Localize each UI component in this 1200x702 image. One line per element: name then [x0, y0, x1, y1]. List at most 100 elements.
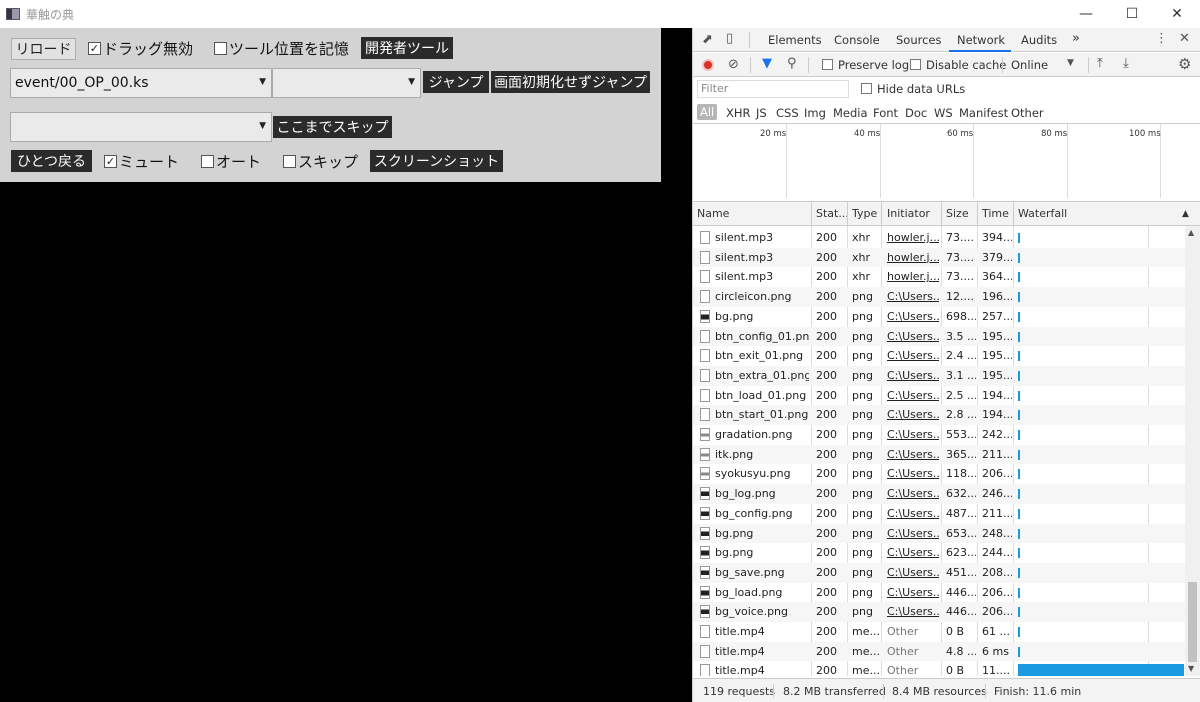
mute-checkbox[interactable]: ✓ ミュート: [104, 151, 179, 172]
type-filter-other[interactable]: Other: [1011, 106, 1044, 120]
table-row[interactable]: bg_load.png 200 png C:\Users... 446... 206...: [693, 583, 1185, 603]
column-status[interactable]: Stat...: [816, 207, 849, 220]
tab-network[interactable]: Network: [957, 33, 1005, 47]
table-row[interactable]: silent.mp3 200 xhr howler.j... 73.... 394...: [693, 228, 1185, 248]
hide-data-urls-checkbox[interactable]: [861, 83, 872, 94]
type-filter-font[interactable]: Font: [873, 106, 898, 120]
scroll-up-icon[interactable]: ▲: [1188, 228, 1194, 237]
type-filter-manifest[interactable]: Manifest: [959, 106, 1008, 120]
table-row[interactable]: silent.mp3 200 xhr howler.j... 73.... 379...: [693, 247, 1185, 268]
column-time[interactable]: Time: [982, 207, 1009, 220]
table-row[interactable]: btn_exit_01.png 200 png C:\Users... 2.4 ... 1…: [693, 346, 1185, 366]
screenshot-button[interactable]: スクリーンショット: [370, 150, 503, 172]
skip-to-here-button[interactable]: ここまでスキップ: [273, 116, 392, 138]
devtools-button[interactable]: 開発者ツール: [361, 37, 453, 59]
clear-icon[interactable]: ⊘: [728, 57, 739, 72]
reload-button[interactable]: リロード: [11, 38, 76, 60]
network-overview-timeline[interactable]: 20 ms 40 ms 60 ms 80 ms 100 ms: [693, 124, 1200, 202]
request-initiator[interactable]: C:\Users...: [887, 369, 939, 382]
jump-button[interactable]: ジャンプ: [423, 71, 489, 93]
request-initiator[interactable]: howler.j...: [887, 270, 939, 283]
tab-elements[interactable]: Elements: [768, 33, 822, 47]
table-row[interactable]: bg_log.png 200 png C:\Users... 632... 246...: [693, 484, 1185, 504]
request-initiator[interactable]: C:\Users...: [887, 389, 939, 402]
step-back-button[interactable]: ひとつ戻る: [11, 150, 92, 172]
jump-without-reset-button[interactable]: 画面初期化せずジャンプ: [491, 71, 650, 93]
settings-gear-icon[interactable]: ⚙: [1178, 55, 1191, 73]
column-waterfall[interactable]: Waterfall: [1018, 207, 1067, 220]
request-initiator[interactable]: C:\Users...: [887, 467, 939, 480]
remember-tool-position-checkbox[interactable]: ツール位置を記憶: [214, 38, 349, 59]
scenario-select[interactable]: event/00_OP_00.ks ▼: [10, 68, 272, 98]
type-filter-img[interactable]: Img: [804, 106, 826, 120]
request-initiator[interactable]: C:\Users...: [887, 428, 939, 441]
skip-checkbox[interactable]: スキップ: [283, 151, 358, 172]
close-devtools-icon[interactable]: ✕: [1179, 31, 1190, 46]
maximize-button[interactable]: ☐: [1109, 0, 1155, 28]
type-filter-xhr[interactable]: XHR: [726, 106, 751, 120]
request-initiator[interactable]: C:\Users...: [887, 408, 939, 421]
request-initiator[interactable]: C:\Users...: [887, 586, 939, 599]
scrollbar-thumb[interactable]: [1188, 582, 1197, 662]
request-initiator[interactable]: C:\Users...: [887, 448, 939, 461]
table-row[interactable]: silent.mp3 200 xhr howler.j... 73.... 364...: [693, 267, 1185, 287]
auto-checkbox[interactable]: オート: [201, 151, 261, 172]
disable-cache-checkbox[interactable]: [910, 59, 921, 70]
table-row[interactable]: btn_start_01.png 200 png C:\Users... 2.8 ...…: [693, 405, 1185, 425]
table-row[interactable]: bg.png 200 png C:\Users... 653... 248...: [693, 523, 1185, 544]
request-initiator[interactable]: C:\Users...: [887, 605, 939, 618]
table-row[interactable]: btn_load_01.png 200 png C:\Users... 2.5 ... 1…: [693, 386, 1185, 406]
table-row[interactable]: syokusyu.png 200 png C:\Users... 118... 206..…: [693, 464, 1185, 484]
table-row[interactable]: title.mp4 200 me... Other 4.8 ... 6 ms: [693, 641, 1185, 662]
column-initiator[interactable]: Initiator: [887, 207, 930, 220]
type-filter-ws[interactable]: WS: [934, 106, 953, 120]
request-initiator[interactable]: C:\Users...: [887, 290, 939, 303]
export-har-icon[interactable]: ⤓: [1123, 56, 1129, 71]
more-tabs-icon[interactable]: »: [1072, 31, 1080, 46]
table-row[interactable]: circleicon.png 200 png C:\Users... 12.... 196…: [693, 287, 1185, 307]
table-row[interactable]: title.mp4 200 me... Other 0 B 11....: [693, 661, 1185, 676]
import-har-icon[interactable]: ⤒: [1097, 56, 1103, 71]
request-initiator[interactable]: C:\Users...: [887, 349, 939, 362]
request-initiator[interactable]: C:\Users...: [887, 330, 939, 343]
table-row[interactable]: bg_config.png 200 png C:\Users... 487... 211.…: [693, 504, 1185, 524]
scroll-down-icon[interactable]: ▼: [1188, 664, 1194, 673]
request-initiator[interactable]: C:\Users...: [887, 310, 939, 323]
kebab-menu-icon[interactable]: ⋮: [1155, 31, 1168, 46]
type-filter-all[interactable]: All: [697, 104, 718, 120]
request-initiator[interactable]: C:\Users...: [887, 487, 939, 500]
tab-console[interactable]: Console: [834, 33, 880, 47]
preserve-log-checkbox[interactable]: [822, 59, 833, 70]
game-canvas[interactable]: [0, 182, 692, 702]
throttling-select[interactable]: Online: [1011, 58, 1048, 72]
table-row[interactable]: btn_config_01.png 200 png C:\Users... 3.5 ..…: [693, 326, 1185, 347]
filter-icon[interactable]: ▼: [762, 56, 772, 71]
tab-audits[interactable]: Audits: [1021, 33, 1057, 47]
column-size[interactable]: Size: [946, 207, 969, 220]
type-filter-css[interactable]: CSS: [776, 106, 799, 120]
request-initiator[interactable]: howler.j...: [887, 231, 939, 244]
table-row[interactable]: btn_extra_01.png 200 png C:\Users... 3.1 ...…: [693, 365, 1185, 386]
table-row[interactable]: bg.png 200 png C:\Users... 698... 257...: [693, 307, 1185, 327]
filter-input[interactable]: Filter: [697, 80, 849, 98]
drag-disable-checkbox[interactable]: ✓ ドラッグ無効: [88, 38, 193, 59]
type-filter-doc[interactable]: Doc: [905, 106, 927, 120]
table-row[interactable]: itk.png 200 png C:\Users... 365... 211...: [693, 444, 1185, 465]
type-filter-js[interactable]: JS: [756, 106, 767, 120]
search-icon[interactable]: ⚲: [787, 56, 797, 71]
column-type[interactable]: Type: [852, 207, 877, 220]
table-row[interactable]: title.mp4 200 me... Other 0 B 61 ...: [693, 622, 1185, 642]
inspect-element-icon[interactable]: ⬈: [702, 32, 713, 47]
request-initiator[interactable]: C:\Users...: [887, 527, 939, 540]
table-row[interactable]: bg_voice.png 200 png C:\Users... 446... 206..…: [693, 602, 1185, 622]
column-name[interactable]: Name: [697, 207, 729, 220]
request-initiator[interactable]: C:\Users...: [887, 566, 939, 579]
close-button[interactable]: ✕: [1154, 0, 1200, 28]
table-row[interactable]: gradation.png 200 png C:\Users... 553... 242.…: [693, 425, 1185, 445]
request-initiator[interactable]: C:\Users...: [887, 507, 939, 520]
minimize-button[interactable]: —: [1063, 0, 1109, 28]
type-filter-media[interactable]: Media: [833, 106, 868, 120]
request-initiator[interactable]: C:\Users...: [887, 546, 939, 559]
table-row[interactable]: bg.png 200 png C:\Users... 623... 244...: [693, 543, 1185, 563]
request-initiator[interactable]: howler.j...: [887, 251, 939, 264]
